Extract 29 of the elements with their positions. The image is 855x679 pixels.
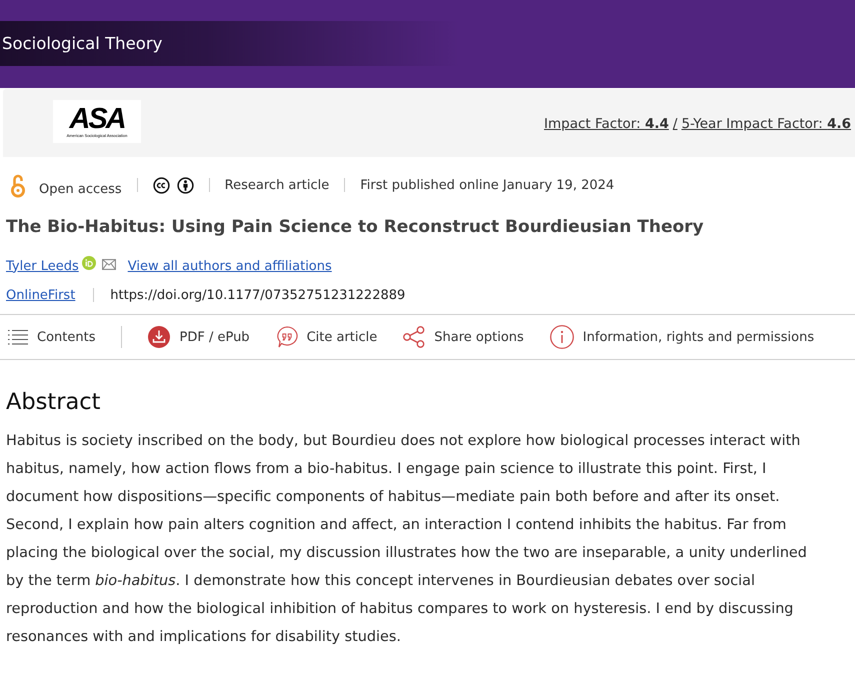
toolbar-button[interactable]: Contents bbox=[8, 329, 96, 345]
list-icon bbox=[8, 329, 28, 345]
doi-text: https://doi.org/10.1177/07352751231222889 bbox=[110, 288, 406, 302]
open-padlock-icon bbox=[10, 172, 26, 198]
toolbar-button[interactable]: PDF / ePub bbox=[148, 326, 250, 348]
abstract-text: Habitus is society inscribed on the body, but Bourdieu does not explore how biological processes interact with habitus, namely, how action flows from a bio-habitus. I engage pain science to illustrate this point. First, I document how dispositions—specific components of habitus—mediate pain both before and after its onset. Second, I explain how pain alters cognition and affect, an interaction I contend inhibits the habitus. Far from placing the biological over the social, my discussion illustrates how the two are inseparable, a unity underlined by the term bio-habitus. I demonstrate how this concept intervenes in Bourdieusian debates over social reproduction and how the biological inhibition of habitus compares to work on hysteresis. I end by discussing resonances with and implications for disability studies. bbox=[6, 432, 808, 647]
article-title: The Bio-Habitus: Using Pain Science to Reconstruct Bourdieusian Theory bbox=[5, 216, 705, 239]
impact-factor-link[interactable]: 5-Year Impact Factor: 4.6 bbox=[681, 116, 851, 132]
logo-wordmark: ASA bbox=[69, 106, 125, 132]
online-first-link[interactable]: OnlineFirst bbox=[6, 288, 76, 302]
envelope-icon[interactable] bbox=[102, 259, 116, 270]
all-authors-link[interactable]: View all authors and affiliations bbox=[128, 258, 332, 274]
article-type: Research article bbox=[224, 178, 330, 192]
toolbar-button[interactable]: Share options bbox=[403, 326, 524, 348]
toolbar-button[interactable]: Cite article bbox=[276, 326, 378, 348]
impact-separator: / bbox=[672, 116, 678, 132]
toolbar-button[interactable]: Information, rights and permissions bbox=[550, 325, 814, 349]
author-link[interactable]: Tyler Leeds bbox=[6, 258, 79, 274]
journal-title[interactable]: Sociological Theory bbox=[2, 34, 162, 53]
impact-factor-link[interactable]: Impact Factor: 4.4 bbox=[544, 116, 669, 132]
attribution-person-icon[interactable] bbox=[176, 176, 194, 194]
share-icon bbox=[403, 326, 426, 348]
publication-date: First published online January 19, 2024 bbox=[360, 178, 614, 192]
cc-license-icon[interactable] bbox=[152, 176, 170, 194]
download-icon bbox=[148, 326, 170, 348]
quote-bubble-icon bbox=[276, 326, 298, 348]
info-icon bbox=[550, 325, 574, 349]
abstract-heading: Abstract bbox=[6, 388, 102, 417]
access-label: Open access bbox=[39, 182, 122, 197]
